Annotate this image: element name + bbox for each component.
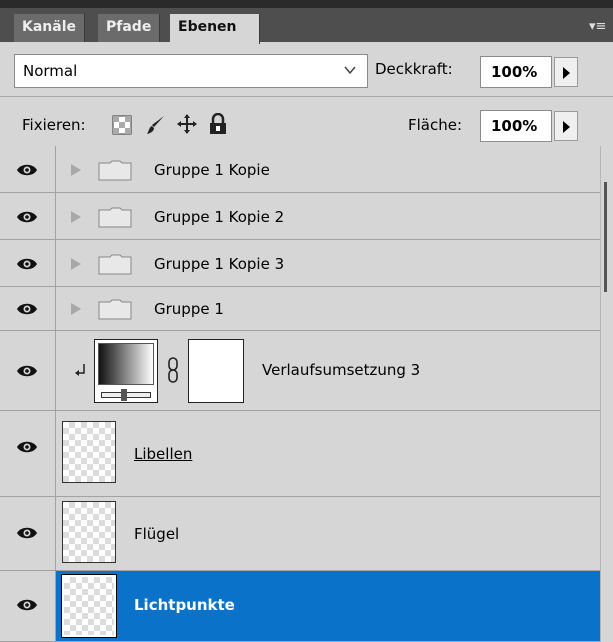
expand-triangle-icon[interactable] xyxy=(70,163,82,177)
visibility-cell[interactable] xyxy=(0,146,56,192)
visibility-cell[interactable] xyxy=(0,411,56,496)
scrollbar-thumb[interactable] xyxy=(604,182,607,292)
layer-thumbnail[interactable] xyxy=(62,421,116,483)
gradient-map-thumbnail[interactable] xyxy=(94,339,158,403)
chevron-down-icon xyxy=(344,66,356,75)
panel-tab-bar: Kanäle Pfade Ebenen ▾≡ xyxy=(0,0,613,44)
expand-triangle-icon[interactable] xyxy=(70,257,82,271)
folder-icon xyxy=(98,207,132,228)
eye-icon[interactable] xyxy=(16,162,38,178)
folder-icon xyxy=(98,299,132,320)
panel-menu-icon[interactable]: ▾≡ xyxy=(589,20,607,34)
blend-mode-select[interactable]: Normal xyxy=(14,54,368,88)
visibility-cell[interactable] xyxy=(0,497,56,570)
blend-mode-value: Normal xyxy=(23,62,78,80)
expand-triangle-icon[interactable] xyxy=(70,302,82,316)
expand-triangle-icon[interactable] xyxy=(70,210,82,224)
eye-icon[interactable] xyxy=(16,301,38,317)
lock-image-pixels-brush-icon[interactable] xyxy=(144,113,168,137)
layer-mask-thumbnail[interactable] xyxy=(188,339,244,403)
layer-name: Gruppe 1 Kopie 3 xyxy=(154,255,285,273)
tab-ebenen[interactable]: Ebenen xyxy=(170,14,260,44)
eye-icon[interactable] xyxy=(16,256,38,272)
link-chain-icon[interactable] xyxy=(166,357,180,383)
lock-transparent-pixels-icon[interactable] xyxy=(112,115,132,135)
lock-all-padlock-icon[interactable] xyxy=(208,113,228,135)
layer-thumbnail[interactable] xyxy=(62,501,116,563)
fill-label: Fläche: xyxy=(408,116,463,134)
lock-label: Fixieren: xyxy=(22,116,86,134)
layer-thumbnail[interactable] xyxy=(61,574,117,638)
tab-kanaele[interactable]: Kanäle xyxy=(14,14,86,42)
layer-name: Gruppe 1 Kopie 2 xyxy=(154,208,285,226)
visibility-cell[interactable] xyxy=(0,287,56,330)
layer-name: Verlaufsumsetzung 3 xyxy=(262,361,421,379)
layer-row-pixel[interactable]: Flügel xyxy=(0,497,600,571)
divider xyxy=(0,96,613,97)
top-edge xyxy=(0,0,613,8)
layer-name: Lichtpunkte xyxy=(134,596,235,614)
layer-row-pixel[interactable]: Libellen xyxy=(0,411,600,497)
eye-icon[interactable] xyxy=(16,439,38,455)
lock-position-move-icon[interactable] xyxy=(176,113,198,135)
fill-slider-button[interactable] xyxy=(554,111,578,141)
layer-name: Gruppe 1 Kopie xyxy=(154,161,270,179)
opacity-input[interactable]: 100% xyxy=(480,56,552,88)
gradient-slider-knob xyxy=(121,389,127,401)
visibility-cell[interactable] xyxy=(0,193,56,239)
layer-row-group[interactable]: Gruppe 1 Kopie 3 xyxy=(0,240,600,287)
opacity-label: Deckkraft: xyxy=(375,60,453,78)
layer-list-scrollbar[interactable] xyxy=(600,146,613,642)
layer-row-group[interactable]: Gruppe 1 xyxy=(0,287,600,331)
tab-pfade[interactable]: Pfade xyxy=(98,14,161,42)
layer-row-group[interactable]: Gruppe 1 Kopie 2 xyxy=(0,193,600,240)
eye-icon[interactable] xyxy=(16,597,38,613)
visibility-cell[interactable] xyxy=(0,240,56,286)
folder-icon xyxy=(98,254,132,275)
fill-input[interactable]: 100% xyxy=(480,110,552,142)
layer-name: Flügel xyxy=(134,525,180,543)
layer-row-pixel-selected[interactable]: Lichtpunkte xyxy=(0,571,600,642)
visibility-cell[interactable] xyxy=(0,331,56,410)
eye-icon[interactable] xyxy=(16,363,38,379)
eye-icon[interactable] xyxy=(16,209,38,225)
folder-icon xyxy=(98,160,132,181)
layer-name: Libellen xyxy=(134,445,193,463)
layer-row-group[interactable]: Gruppe 1 Kopie xyxy=(0,146,600,193)
layer-name: Gruppe 1 xyxy=(154,300,224,318)
gradient-preview xyxy=(98,343,154,385)
eye-icon[interactable] xyxy=(16,525,38,541)
layer-row-adjustment[interactable]: Verlaufsumsetzung 3 xyxy=(0,331,600,411)
opacity-slider-button[interactable] xyxy=(554,57,578,87)
layer-list: Gruppe 1 Kopie Gruppe 1 Kopie 2 Gruppe 1… xyxy=(0,146,613,642)
clipping-mask-arrow-icon xyxy=(75,364,85,376)
visibility-cell[interactable] xyxy=(0,571,56,641)
